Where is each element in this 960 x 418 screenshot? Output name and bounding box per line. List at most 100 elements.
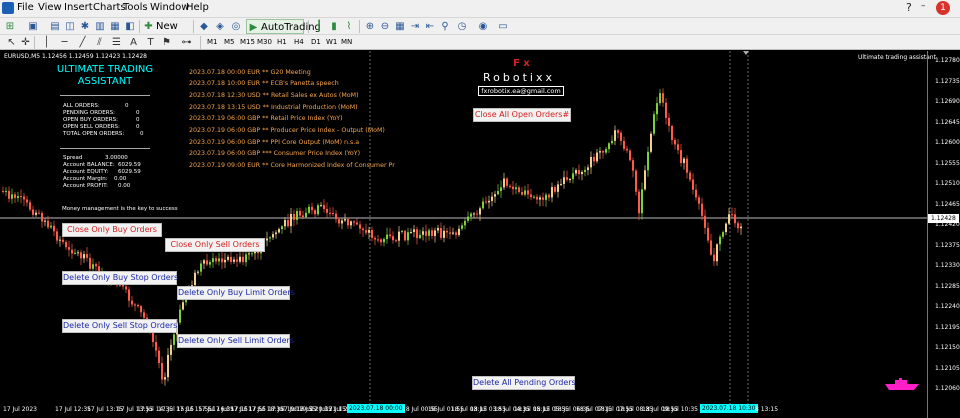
close-sell-orders-button[interactable]: Close Only Sell Orders: [165, 238, 265, 252]
motto-text: Money management is the key to success: [62, 206, 178, 212]
screenshot-icon[interactable]: ▭: [496, 20, 510, 33]
open-sell-label: OPEN SELL ORDERS:: [63, 124, 120, 130]
candle-body: [221, 258, 223, 263]
candle-body: [416, 229, 418, 239]
autotrading-button[interactable]: ▶ AutoTrading: [246, 19, 321, 34]
timeframe-m15[interactable]: M15: [240, 38, 255, 46]
zoom-out-icon[interactable]: ⊖: [378, 20, 392, 33]
candle-body: [509, 185, 511, 187]
candle-body: [173, 334, 175, 345]
vertical-line-icon[interactable]: │: [40, 36, 53, 49]
candle-body: [137, 304, 139, 307]
menu-insert[interactable]: Insert: [64, 2, 93, 13]
delete-all-pending-button[interactable]: Delete All Pending Orders: [472, 376, 576, 390]
strategy-tester-icon[interactable]: ▦: [108, 20, 122, 33]
close-all-open-orders-button[interactable]: Close All Open Orders#: [473, 108, 571, 122]
news-item: 2023.07.18 10:00 EUR ** ECB's Panetta sp…: [189, 80, 339, 87]
text-label-icon[interactable]: T: [144, 36, 157, 49]
price-tick: 1.12240: [935, 303, 960, 310]
candle-body: [587, 167, 589, 170]
candlestick-icon[interactable]: ▮: [327, 20, 341, 33]
timeframe-h4[interactable]: H4: [294, 38, 304, 46]
templates-icon[interactable]: ◉: [476, 20, 490, 33]
candle-body: [467, 216, 469, 221]
delete-buy-stop-button[interactable]: Delete Only Buy Stop Orders: [62, 271, 178, 285]
candle-body: [167, 354, 169, 378]
timeframe-m1[interactable]: M1: [207, 38, 218, 46]
delete-sell-stop-button[interactable]: Delete Only Sell Stop Orders: [62, 319, 177, 333]
candle-body: [227, 256, 229, 260]
timeframe-mn[interactable]: MN: [341, 38, 352, 46]
periods-icon[interactable]: ◷: [455, 20, 469, 33]
minimize-icon[interactable]: –: [921, 1, 926, 11]
indicators-icon[interactable]: ⚲: [438, 20, 452, 33]
chart-shift-icon[interactable]: ⇤: [423, 20, 437, 33]
timeframe-h1[interactable]: H1: [277, 38, 287, 46]
candle-body: [356, 222, 358, 225]
signals-icon[interactable]: ◎: [229, 20, 243, 33]
profiles-icon[interactable]: ▣: [26, 20, 40, 33]
shapes-icon[interactable]: ⊶: [180, 36, 193, 49]
delete-sell-limit-button[interactable]: Delete Only Sell Limit Orders: [177, 334, 294, 348]
candle-body: [272, 234, 274, 238]
candle-body: [386, 234, 388, 240]
time-tick: 2023.07.18 10:30: [700, 404, 758, 413]
price-chart[interactable]: EURUSD,M5 1.12456 1.12459 1.12423 1.1242…: [0, 51, 960, 418]
candle-body: [266, 238, 268, 241]
candle-body: [95, 264, 97, 267]
new-chart-icon[interactable]: ⊞: [3, 20, 17, 33]
candle-body: [236, 259, 238, 262]
open-sell-row: OPEN SELL ORDERS: 0: [63, 124, 140, 130]
bar-chart-icon[interactable]: ┃: [312, 20, 326, 33]
timeframe-m30[interactable]: M30: [257, 38, 272, 46]
metaeditor-icon[interactable]: ◆: [197, 20, 211, 33]
candle-body: [590, 156, 592, 168]
trendline-icon[interactable]: ╱: [76, 36, 89, 49]
cursor-icon[interactable]: ↖: [5, 36, 18, 49]
candle-body: [80, 252, 82, 259]
navigator-icon[interactable]: ✱: [78, 20, 92, 33]
market-watch-icon[interactable]: ▤: [48, 20, 62, 33]
balance-row: Account BALANCE: 6029.59: [63, 162, 141, 168]
arrows-icon[interactable]: ⚑: [160, 36, 173, 49]
horizontal-line-icon[interactable]: ─: [58, 36, 71, 49]
menu-file[interactable]: File: [17, 2, 34, 13]
candle-body: [512, 186, 514, 190]
tile-windows-icon[interactable]: ▦: [393, 20, 407, 33]
timeframe-w1[interactable]: W1: [326, 38, 337, 46]
balance-label: Account BALANCE:: [63, 162, 115, 168]
data-window-icon[interactable]: ◫: [63, 20, 77, 33]
notification-badge[interactable]: 1: [936, 1, 950, 15]
new-order-button[interactable]: ✚New Order: [142, 19, 192, 47]
zoom-in-icon[interactable]: ⊕: [363, 20, 377, 33]
help-icon[interactable]: ?: [906, 1, 912, 14]
candle-body: [566, 177, 568, 180]
text-icon[interactable]: A: [127, 36, 140, 49]
timeframe-m5[interactable]: M5: [224, 38, 235, 46]
market-icon[interactable]: ◈: [213, 20, 227, 33]
crosshair-icon[interactable]: ✛: [19, 36, 32, 49]
history-icon[interactable]: ◧: [123, 20, 137, 33]
candle-body: [602, 151, 604, 153]
menu-help[interactable]: Help: [186, 2, 209, 13]
auto-scroll-icon[interactable]: ⇥: [408, 20, 422, 33]
candle-body: [653, 114, 655, 134]
terminal-icon[interactable]: ▥: [93, 20, 107, 33]
line-chart-icon[interactable]: ⌇: [342, 20, 356, 33]
timeframe-d1[interactable]: D1: [311, 38, 321, 46]
delete-buy-limit-button[interactable]: Delete Only Buy Limit Orders: [177, 286, 295, 300]
close-buy-orders-button[interactable]: Close Only Buy Orders: [62, 223, 162, 237]
menu-tools[interactable]: Tools: [123, 2, 148, 13]
candle-body: [413, 229, 415, 233]
menu-charts[interactable]: Charts: [93, 2, 126, 13]
candle-body: [245, 254, 247, 263]
price-axis[interactable]: [927, 51, 960, 418]
menu-view[interactable]: View: [38, 2, 62, 13]
menu-window[interactable]: Window: [150, 2, 189, 13]
fibonacci-icon[interactable]: ☰: [110, 36, 123, 49]
channel-icon[interactable]: ⫽: [93, 36, 106, 49]
candle-body: [461, 225, 463, 229]
candle-body: [473, 213, 475, 215]
time-tick: 2023.07.18 00:00: [347, 404, 405, 413]
candle-body: [722, 232, 724, 237]
